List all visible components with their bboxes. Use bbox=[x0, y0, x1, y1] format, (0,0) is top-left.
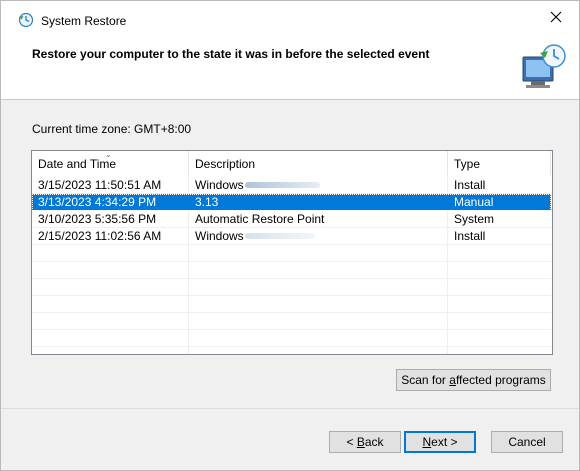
table-row[interactable]: 2/15/2023 11:02:56 AM Windows Install bbox=[32, 228, 551, 245]
cell-type: Install bbox=[454, 229, 486, 243]
cell-date: 2/15/2023 11:02:56 AM bbox=[38, 229, 162, 243]
back-button[interactable]: < Back bbox=[329, 431, 401, 453]
restore-points-list[interactable]: ⌄ Date and Time Description Type 3/15/20… bbox=[31, 150, 553, 355]
cell-date: 3/13/2023 4:34:29 PM bbox=[38, 195, 157, 209]
close-icon bbox=[550, 11, 562, 22]
column-header-description-label: Description bbox=[195, 157, 256, 171]
table-row[interactable]: 3/10/2023 5:35:56 PM Automatic Restore P… bbox=[32, 211, 551, 228]
column-header-type-label: Type bbox=[454, 157, 481, 171]
next-label-post: ext > bbox=[431, 435, 458, 449]
next-button[interactable]: Next > bbox=[404, 431, 476, 453]
back-label-pre: < bbox=[346, 435, 357, 449]
table-row-selected[interactable]: 3/13/2023 4:34:29 PM 3.13 Manual bbox=[32, 194, 551, 211]
close-button[interactable] bbox=[533, 1, 579, 32]
cancel-button[interactable]: Cancel bbox=[491, 431, 563, 453]
cell-type: Install bbox=[454, 178, 486, 192]
scan-label-pre: Scan for bbox=[401, 373, 450, 387]
scan-affected-programs-button[interactable]: Scan for affected programs bbox=[396, 369, 551, 391]
empty-row bbox=[32, 313, 551, 330]
empty-row bbox=[32, 262, 551, 279]
cell-description: 3.13 bbox=[195, 195, 219, 209]
cell-type: Manual bbox=[454, 195, 494, 209]
sort-descending-icon: ⌄ bbox=[105, 150, 112, 159]
column-header-type[interactable]: Type bbox=[448, 151, 551, 175]
header-band: Restore your computer to the state it wa… bbox=[1, 32, 579, 100]
redacted-text bbox=[245, 182, 320, 188]
scan-label-post: ffected programs bbox=[455, 373, 546, 387]
back-label-accesskey: B bbox=[356, 435, 365, 449]
column-header-description[interactable]: Description bbox=[189, 151, 448, 175]
cell-description: Windows bbox=[189, 228, 448, 244]
header-title: Restore your computer to the state it wa… bbox=[32, 47, 430, 61]
empty-row bbox=[32, 296, 551, 313]
system-restore-icon bbox=[18, 12, 34, 28]
footer-divider bbox=[1, 408, 579, 409]
cell-type: System bbox=[454, 212, 495, 226]
title-bar[interactable]: System Restore bbox=[1, 1, 579, 32]
cell-description: Windows bbox=[189, 177, 448, 193]
back-label-post: ack bbox=[364, 435, 384, 449]
next-label-accesskey: N bbox=[422, 435, 432, 449]
column-header-date[interactable]: ⌄ Date and Time bbox=[32, 151, 189, 175]
empty-row bbox=[32, 245, 551, 262]
window-title: System Restore bbox=[41, 14, 127, 28]
empty-row bbox=[32, 279, 551, 296]
scan-label-accesskey: a bbox=[449, 373, 456, 387]
empty-row bbox=[32, 330, 551, 347]
timezone-label: Current time zone: GMT+8:00 bbox=[32, 122, 192, 136]
cell-description-text: Windows bbox=[195, 178, 244, 192]
restore-computer-icon bbox=[522, 44, 566, 88]
cell-date: 3/15/2023 11:50:51 AM bbox=[38, 178, 162, 192]
cell-description: Automatic Restore Point bbox=[195, 212, 325, 226]
cell-date: 3/10/2023 5:35:56 PM bbox=[38, 212, 157, 226]
cell-description-text: Windows bbox=[195, 229, 244, 243]
table-row[interactable]: 3/15/2023 11:50:51 AM Windows Install bbox=[32, 177, 551, 194]
system-restore-window: System Restore Restore your computer to … bbox=[0, 0, 580, 471]
redacted-text bbox=[245, 233, 315, 239]
list-header: ⌄ Date and Time Description Type bbox=[32, 151, 552, 175]
